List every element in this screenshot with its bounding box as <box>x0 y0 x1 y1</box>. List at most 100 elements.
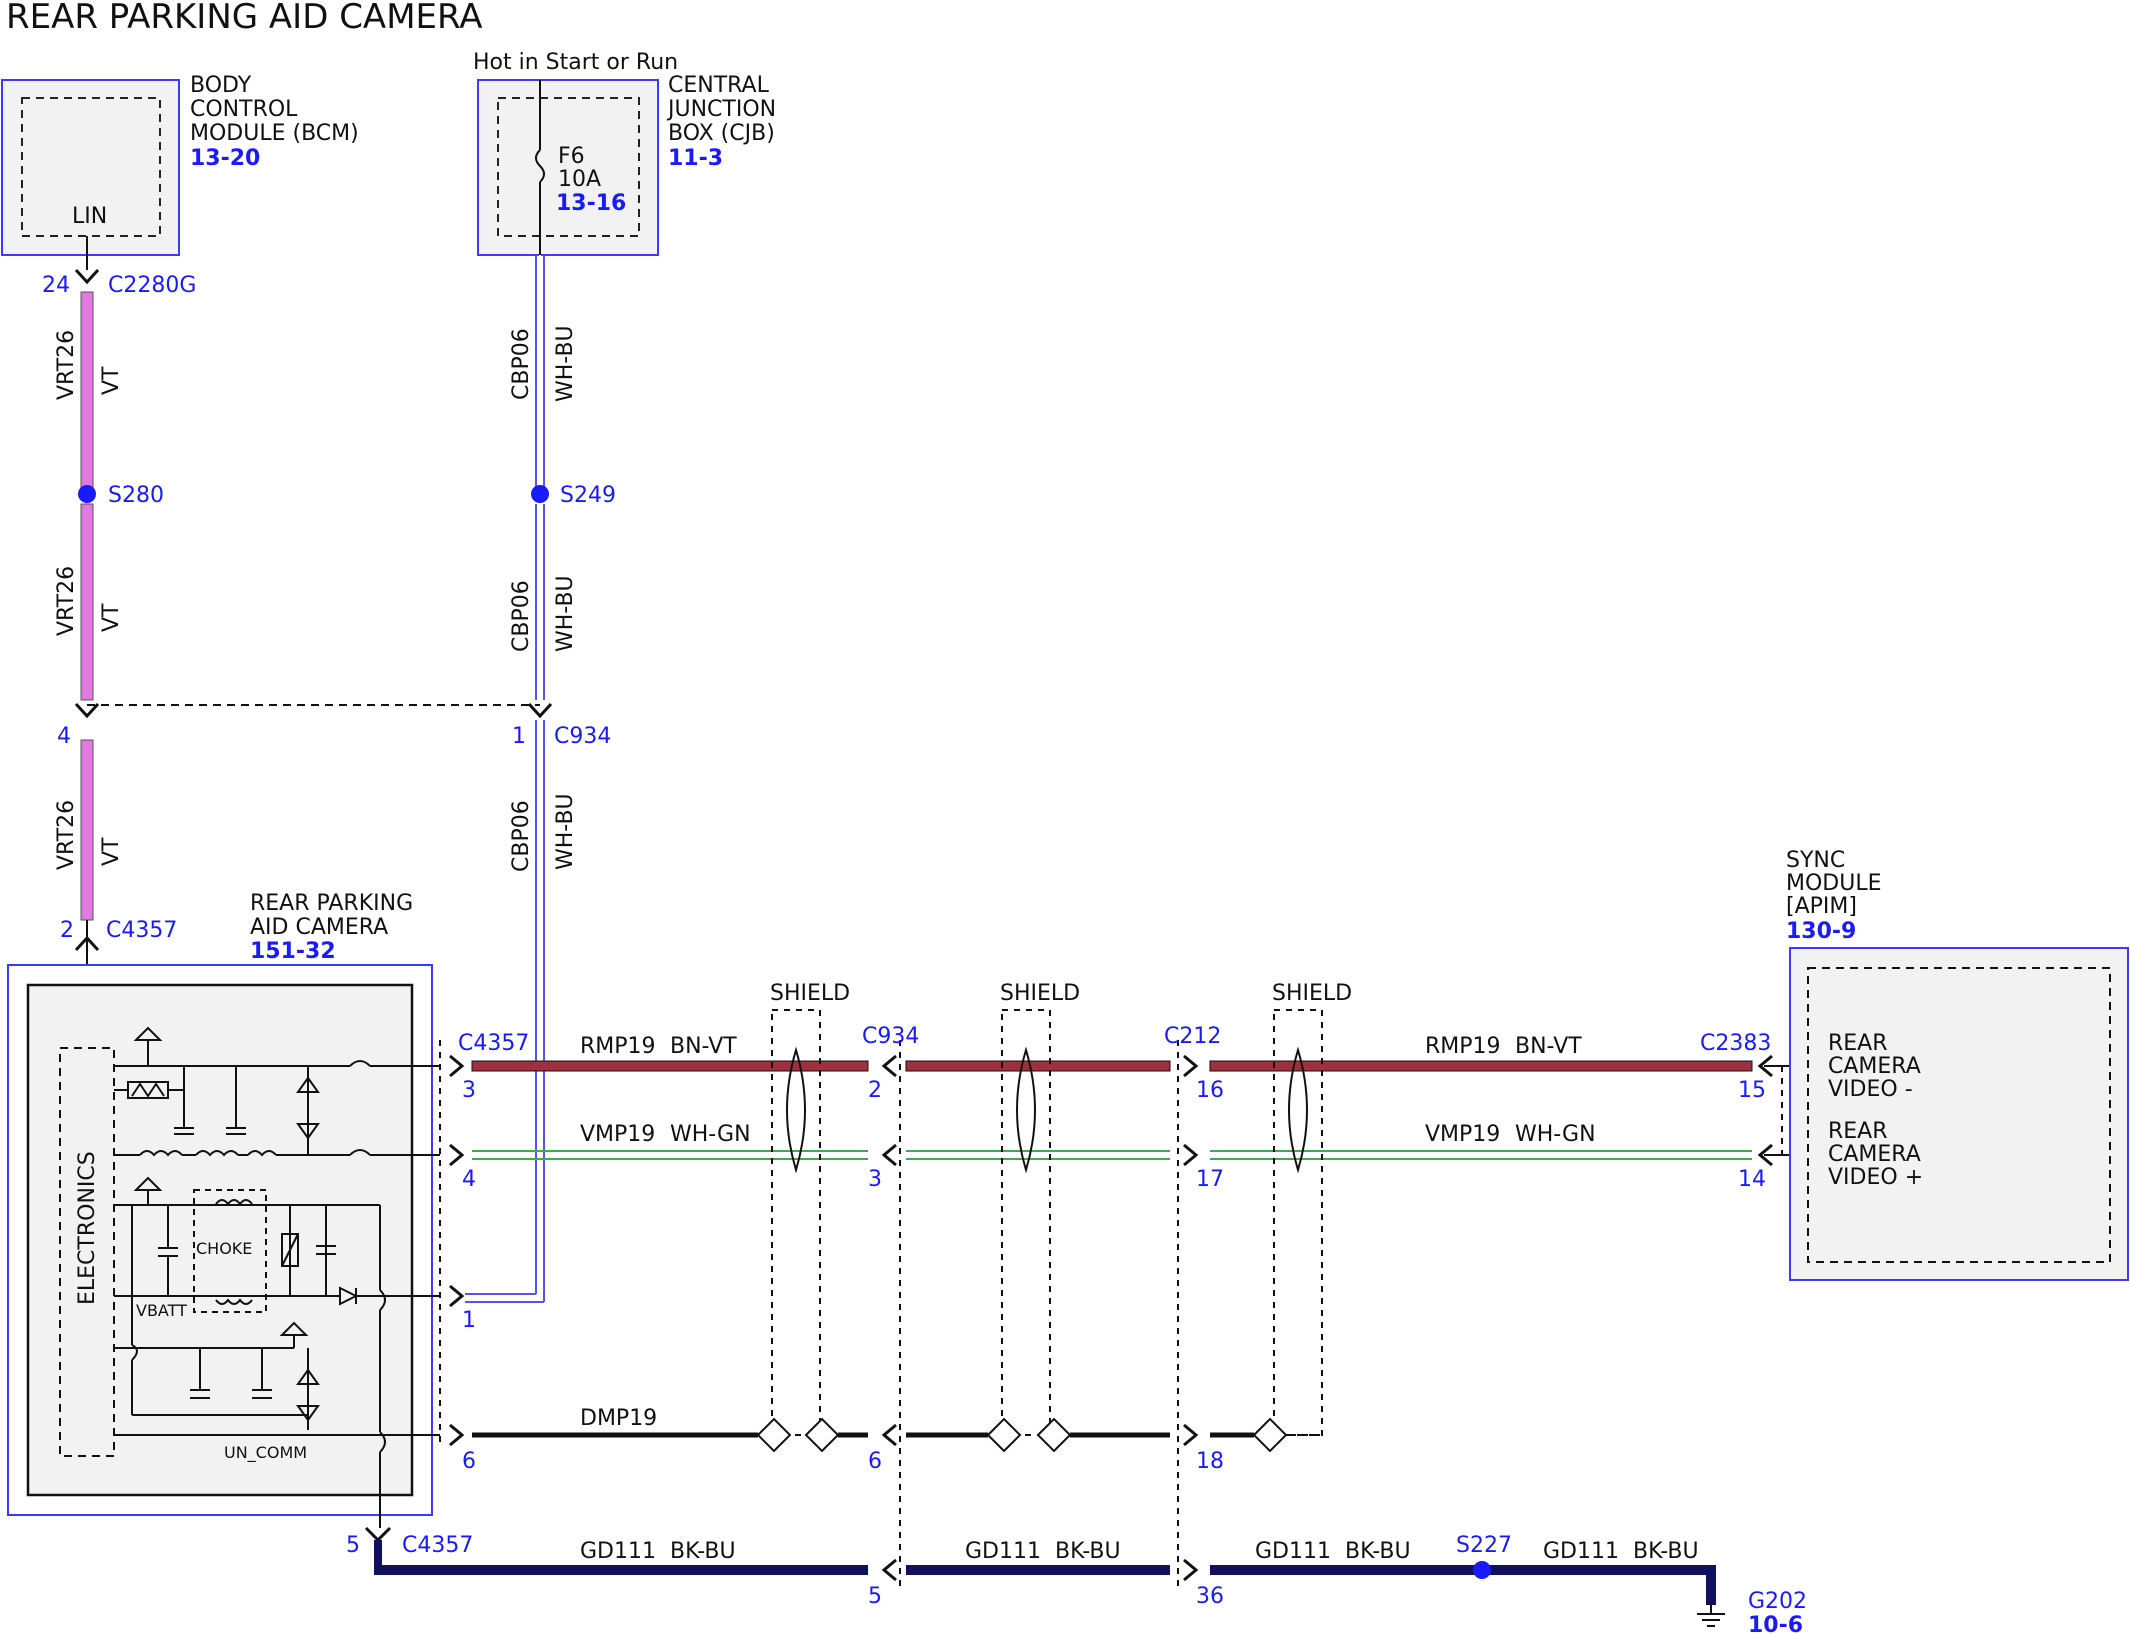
c934-top-label[interactable]: C934 <box>554 724 611 749</box>
vrt26-circuit-2: VRT26 <box>54 566 79 636</box>
bcm-name-line1: BODY <box>190 73 252 98</box>
c212-pin16: 16 <box>1196 1078 1224 1103</box>
hot-in-start-run-label: Hot in Start or Run <box>473 50 678 75</box>
c934-pin5: 5 <box>868 1584 882 1609</box>
vt-color-1: VT <box>99 366 124 395</box>
ground-g202-icon <box>1697 1605 1725 1627</box>
fuse-rating: 10A <box>558 167 601 192</box>
bcm-name-line3: MODULE (BCM) <box>190 121 359 146</box>
splice-s249[interactable] <box>531 485 549 503</box>
gd111-label-3: GD111 <box>1255 1539 1331 1564</box>
c934-mid-arrows <box>881 1054 897 1582</box>
c4357-pin5: 5 <box>346 1533 360 1558</box>
rmp19-label-left: RMP19 <box>580 1034 656 1059</box>
sync-pin14-line3: VIDEO + <box>1828 1165 1923 1190</box>
c2280g-connector-icon <box>74 268 100 285</box>
cbp06-circuit-1: CBP06 <box>509 328 534 400</box>
c4357-top-label[interactable]: C4357 <box>106 918 177 943</box>
g202-page-ref[interactable]: 10-6 <box>1748 1613 1803 1634</box>
cjb-name-line2: JUNCTION <box>666 97 776 122</box>
c934-pin2: 2 <box>868 1078 882 1103</box>
bn-vt-label-right: BN-VT <box>1515 1034 1582 1059</box>
bn-vt-label-left: BN-VT <box>670 1034 737 1059</box>
vmp19-label-left: VMP19 <box>580 1122 655 1147</box>
gd111-label-4: GD111 <box>1543 1539 1619 1564</box>
rmp19-label-right: RMP19 <box>1425 1034 1501 1059</box>
c4357-bottom-label[interactable]: C4357 <box>402 1533 473 1558</box>
c212-pin18: 18 <box>1196 1449 1224 1474</box>
sync-pin15-line2: CAMERA <box>1828 1054 1921 1079</box>
bcm-name-line2: CONTROL <box>190 97 298 122</box>
camera-page-ref[interactable]: 151-32 <box>250 939 336 964</box>
vrt26-wire-seg3[interactable] <box>80 739 94 921</box>
c4357-pin2: 2 <box>60 918 74 943</box>
wh-gn-label-left: WH-GN <box>670 1122 751 1147</box>
vbatt-label: VBATT <box>136 1301 187 1320</box>
c2383-label[interactable]: C2383 <box>1700 1031 1771 1056</box>
c2280g-pin: 24 <box>42 273 70 298</box>
wh-bu-color-1: WH-BU <box>553 325 578 402</box>
shield-label-2: SHIELD <box>1000 981 1080 1006</box>
c2280g-label[interactable]: C2280G <box>108 273 196 298</box>
un-comm-label: UN_COMM <box>224 1443 307 1463</box>
wh-bu-color-2: WH-BU <box>553 575 578 652</box>
c212-label[interactable]: C212 <box>1164 1024 1221 1049</box>
bk-bu-label-3: BK-BU <box>1345 1539 1411 1564</box>
c4357-pin4: 4 <box>462 1167 476 1192</box>
wiring-diagram: REAR PARKING AID CAMERA Hot in Start or … <box>1 0 2129 1634</box>
wh-gn-label-right: WH-GN <box>1515 1122 1596 1147</box>
sync-name-line3: [APIM] <box>1786 894 1857 919</box>
vmp19-label-right: VMP19 <box>1425 1122 1500 1147</box>
sync-pin14-line2: CAMERA <box>1828 1142 1921 1167</box>
splice-s227[interactable] <box>1473 1561 1491 1579</box>
shield-3 <box>1252 1009 1323 1453</box>
c2383-pin15: 15 <box>1738 1078 1766 1103</box>
choke-label: CHOKE <box>196 1239 252 1258</box>
dmp19-label: DMP19 <box>580 1406 657 1431</box>
cbp06-circuit-2: CBP06 <box>509 580 534 652</box>
cjb-page-ref[interactable]: 11-3 <box>668 146 723 171</box>
shield-2 <box>986 1009 1072 1453</box>
bk-bu-label-1: BK-BU <box>670 1539 736 1564</box>
sync-pin15-line3: VIDEO - <box>1828 1077 1913 1102</box>
c4357-pin3: 3 <box>462 1078 476 1103</box>
sync-name-line1: SYNC <box>1786 848 1845 873</box>
vrt26-circuit-1: VRT26 <box>54 330 79 400</box>
vrt26-circuit-3: VRT26 <box>54 800 79 870</box>
sync-module[interactable] <box>1789 947 2129 1281</box>
s227-label: S227 <box>1456 1533 1512 1558</box>
c212-pin36: 36 <box>1196 1584 1224 1609</box>
gd111-label-2: GD111 <box>965 1539 1041 1564</box>
bcm-page-ref[interactable]: 13-20 <box>190 146 260 171</box>
splice-s280[interactable] <box>78 485 96 503</box>
camera-name-line1: REAR PARKING <box>250 891 413 916</box>
vrt26-wire-seg1[interactable] <box>80 291 94 493</box>
sync-page-ref[interactable]: 130-9 <box>1786 919 1856 944</box>
cbp06-wire-seg1[interactable] <box>535 255 545 490</box>
vmp19-wire[interactable] <box>472 1150 1752 1160</box>
cbp06-circuit-3: CBP06 <box>509 800 534 872</box>
fuse-page-ref[interactable]: 13-16 <box>556 191 626 216</box>
c2383-pin14: 14 <box>1738 1167 1766 1192</box>
shield-1 <box>756 1009 840 1453</box>
bcm-module[interactable]: LIN <box>1 79 180 256</box>
gd111-ground-wire[interactable] <box>374 1540 1716 1605</box>
s280-label: S280 <box>108 483 164 508</box>
bk-bu-label-2: BK-BU <box>1055 1539 1121 1564</box>
vt-color-2: VT <box>99 603 124 632</box>
c934-pin4-top: 4 <box>57 724 71 749</box>
sync-pin15-line1: REAR <box>1828 1031 1888 1056</box>
electronics-label: ELECTRONICS <box>75 1151 100 1305</box>
shield-label-3: SHIELD <box>1272 981 1352 1006</box>
c2383-arrows <box>1757 1054 1773 1167</box>
vrt26-wire-seg2[interactable] <box>80 503 94 701</box>
cbp06-wire-seg2[interactable] <box>535 504 545 700</box>
camera-name-line2: AID CAMERA <box>250 915 388 940</box>
c4357-mid-label[interactable]: C4357 <box>458 1031 529 1056</box>
gd111-label-1: GD111 <box>580 1539 656 1564</box>
c934-mid-label[interactable]: C934 <box>862 1024 919 1049</box>
c934-pin3: 3 <box>868 1167 882 1192</box>
diagram-title: REAR PARKING AID CAMERA <box>6 0 483 37</box>
rmp19-wire[interactable] <box>471 1060 1753 1072</box>
c212-arrows <box>1183 1054 1199 1582</box>
